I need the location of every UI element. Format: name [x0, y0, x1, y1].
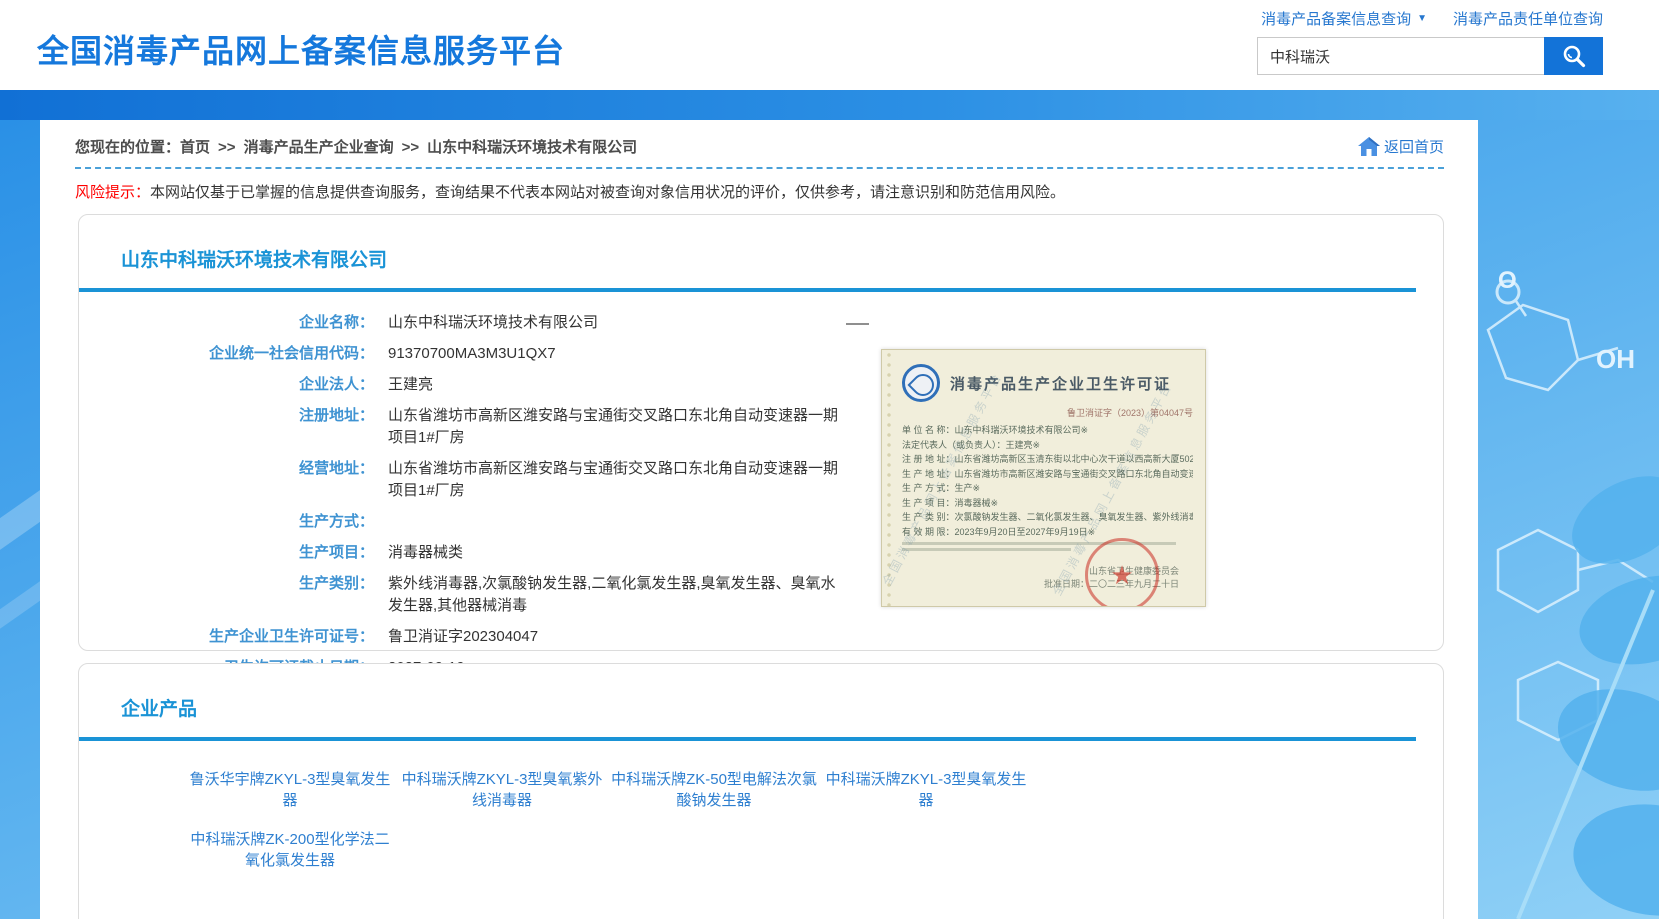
breadcrumb-row: 您现在的位置：首页 >> 消毒产品生产企业查询 >> 山东中科瑞沃环境技术有限公司 返回…: [40, 120, 1478, 157]
certificate-red-seal: ★: [1085, 538, 1159, 607]
main-content: 您现在的位置：首页 >> 消毒产品生产企业查询 >> 山东中科瑞沃环境技术有限公司 返回…: [40, 120, 1478, 919]
field-row-production-category: 生产类别： 紫外线消毒器,次氯酸钠发生器,二氧化氯发生器,臭氧发生器、臭氧水发生…: [79, 573, 1443, 617]
field-row-license-number: 生产企业卫生许可证号： 鲁卫消证字202304047: [79, 626, 1443, 648]
breadcrumb-current: 山东中科瑞沃环境技术有限公司: [427, 139, 637, 156]
right-background-decor: OH O: [1478, 120, 1659, 919]
certificate-line: 生 产 项 目：消毒器械※: [902, 496, 1193, 511]
top-nav: 消毒产品备案信息查询 ▼ 消毒产品责任单位查询: [1043, 8, 1603, 29]
risk-label: 风险提示：: [75, 184, 150, 201]
decor-o-label: O: [1498, 267, 1517, 294]
top-header: 全国消毒产品网上备案信息服务平台 消毒产品备案信息查询 ▼ 消毒产品责任单位查询: [0, 0, 1659, 90]
certificate-line: 注 册 地 址：山东省潍坊高新区玉清东街以北中心次干道以西高新大厦502号科苑: [902, 452, 1193, 467]
certificate-emblem-icon: [902, 364, 940, 402]
product-link-1[interactable]: 鲁沃华宇牌ZKYL-3型臭氧发生器: [184, 769, 396, 811]
field-label: 注册地址：: [79, 405, 374, 427]
blue-divider-band: [0, 90, 1659, 120]
field-label: 企业名称：: [79, 312, 374, 334]
field-value: 山东省潍坊市高新区潍安路与宝通街交叉路口东北角自动变速器一期项目1#厂房: [388, 458, 846, 502]
page-body: OH O 您现在的位置：首页 >> 消毒产品生产企业查询 >> 山东中科瑞沃环境技术有限…: [0, 120, 1659, 919]
company-fields: 企业名称： 山东中科瑞沃环境技术有限公司 企业统一社会信用代码： 9137070…: [79, 292, 1443, 679]
field-label: 企业法人：: [79, 374, 374, 396]
breadcrumb-separator: >>: [402, 139, 420, 156]
company-card: 山东中科瑞沃环境技术有限公司 企业名称： 山东中科瑞沃环境技术有限公司 企业统一…: [78, 214, 1444, 651]
field-value: 鲁卫消证字202304047: [388, 626, 538, 648]
field-label: 企业统一社会信用代码：: [79, 343, 374, 365]
breadcrumb-home-link[interactable]: 首页: [180, 139, 210, 156]
certificate-line: 生 产 地 址：山东省潍坊市高新区潍安路与宝通街交叉路口东北角自动变速器一期项目…: [902, 467, 1193, 482]
license-certificate-image: 全国消毒产品网上备案信息服务平台 全国消毒产品网上备案信息服务平台 消毒产品生产…: [881, 349, 1206, 607]
nav-link-responsible-unit-query[interactable]: 消毒产品责任单位查询: [1453, 8, 1603, 29]
product-link-2[interactable]: 中科瑞沃牌ZKYL-3型臭氧紫外线消毒器: [396, 769, 608, 811]
field-row-legal-person: 企业法人： 王建亮: [79, 374, 1443, 396]
back-home-label: 返回首页: [1384, 136, 1444, 157]
field-row-production-project: 生产项目： 消毒器械类: [79, 542, 1443, 564]
dash-mark: [846, 323, 869, 325]
company-card-title: 山东中科瑞沃环境技术有限公司: [79, 215, 1443, 272]
product-link-3[interactable]: 中科瑞沃牌ZK-50型电解法次氯酸钠发生器: [608, 769, 820, 811]
search-bar: [1043, 37, 1603, 75]
decor-oh-label: OH: [1596, 344, 1635, 374]
product-link-4[interactable]: 中科瑞沃牌ZKYL-3型臭氧发生器: [820, 769, 1032, 811]
certificate-line: 单 位 名 称：山东中科瑞沃环境技术有限公司※: [902, 423, 1193, 438]
field-row-credit-code: 企业统一社会信用代码： 91370700MA3M3U1QX7: [79, 343, 1443, 365]
field-label: 生产方式：: [79, 511, 374, 533]
field-row-business-address: 经营地址： 山东省潍坊市高新区潍安路与宝通街交叉路口东北角自动变速器一期项目1#…: [79, 458, 1443, 502]
field-label: 经营地址：: [79, 458, 374, 480]
breadcrumb-section-link[interactable]: 消毒产品生产企业查询: [244, 139, 394, 156]
risk-notice: 风险提示：本网站仅基于已掌握的信息提供查询服务，查询结果不代表本网站对被查询对象…: [40, 169, 1478, 202]
product-link-5[interactable]: 中科瑞沃牌ZK-200型化学法二氧化氯发生器: [184, 829, 396, 871]
products-card: 企业产品 鲁沃华宇牌ZKYL-3型臭氧发生器 中科瑞沃牌ZKYL-3型臭氧紫外线…: [78, 663, 1444, 919]
home-icon: [1358, 137, 1380, 156]
field-row-production-mode: 生产方式：: [79, 511, 1443, 533]
accent-line: [79, 737, 1416, 741]
product-list: 鲁沃华宇牌ZKYL-3型臭氧发生器 中科瑞沃牌ZKYL-3型臭氧紫外线消毒器 中…: [184, 769, 1032, 889]
certificate-line: 法定代表人（或负责人）：王建亮※: [902, 438, 1193, 453]
breadcrumb-separator: >>: [218, 139, 236, 156]
certificate-line: 生 产 类 别：次氯酸钠发生器、二氧化氯发生器、臭氧发生器、紫外线消毒器※: [902, 510, 1193, 525]
field-value: 山东省潍坊市高新区潍安路与宝通街交叉路口东北角自动变速器一期项目1#厂房: [388, 405, 846, 449]
field-row-registered-address: 注册地址： 山东省潍坊市高新区潍安路与宝通街交叉路口东北角自动变速器一期项目1#…: [79, 405, 1443, 449]
field-label: 生产企业卫生许可证号：: [79, 626, 374, 648]
field-label: 生产项目：: [79, 542, 374, 564]
chevron-down-icon: ▼: [1417, 13, 1427, 24]
site-title: 全国消毒产品网上备案信息服务平台: [37, 26, 565, 72]
products-card-title: 企业产品: [79, 664, 1443, 721]
field-value: 91370700MA3M3U1QX7: [388, 343, 556, 365]
left-background-decor: [0, 120, 40, 919]
nav-link-label: 消毒产品备案信息查询: [1261, 8, 1411, 29]
field-value: 紫外线消毒器,次氯酸钠发生器,二氧化氯发生器,臭氧发生器、臭氧水发生器,其他器械…: [388, 573, 846, 617]
nav-link-record-info-query[interactable]: 消毒产品备案信息查询 ▼: [1261, 8, 1427, 29]
seal-star-icon: ★: [1110, 560, 1133, 591]
search-button[interactable]: [1544, 37, 1603, 75]
certificate-lines: 单 位 名 称：山东中科瑞沃环境技术有限公司※ 法定代表人（或负责人）：王建亮※…: [902, 423, 1193, 539]
search-icon: [1561, 43, 1587, 69]
field-value: 王建亮: [388, 374, 433, 396]
breadcrumb-prefix: 您现在的位置：: [75, 139, 180, 156]
field-label: 生产类别：: [79, 573, 374, 595]
certificate-line: 有 效 期 限：2023年9月20日至2027年9月19日※: [902, 525, 1193, 540]
nav-link-label: 消毒产品责任单位查询: [1453, 8, 1603, 29]
breadcrumb: 您现在的位置：首页 >> 消毒产品生产企业查询 >> 山东中科瑞沃环境技术有限公司: [75, 136, 637, 157]
search-input[interactable]: [1257, 37, 1544, 75]
field-value: 山东中科瑞沃环境技术有限公司: [388, 312, 598, 334]
certificate-line: 生 产 方 式：生产※: [902, 481, 1193, 496]
field-row-company-name: 企业名称： 山东中科瑞沃环境技术有限公司: [79, 312, 1443, 334]
header-right: 消毒产品备案信息查询 ▼ 消毒产品责任单位查询: [1043, 8, 1603, 75]
flower-petals: [1545, 458, 1659, 919]
field-value: 消毒器械类: [388, 542, 463, 564]
certificate-header: 消毒产品生产企业卫生许可证: [902, 364, 1193, 402]
back-home-link[interactable]: 返回首页: [1358, 136, 1444, 157]
risk-text: 本网站仅基于已掌握的信息提供查询服务，查询结果不代表本网站对被查询对象信用状况的…: [150, 184, 1065, 201]
